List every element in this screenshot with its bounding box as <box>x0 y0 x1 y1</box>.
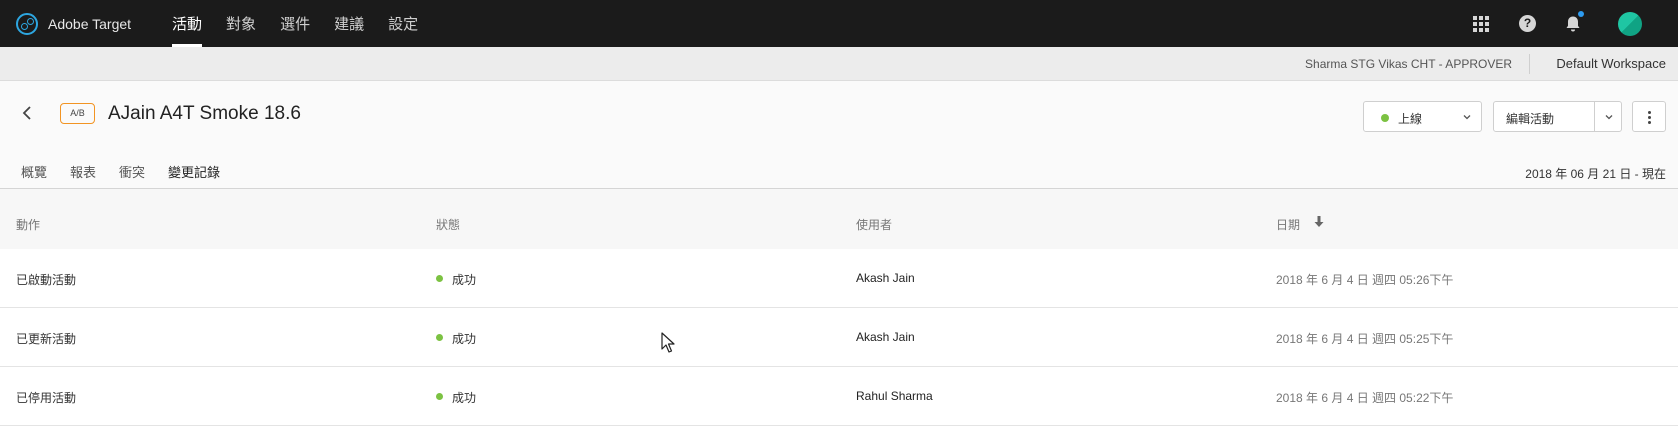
user-role: Sharma STG Vikas CHT - APPROVER <box>1305 57 1512 71</box>
help-icon[interactable]: ? <box>1519 15 1536 32</box>
apps-grid-icon[interactable] <box>1473 15 1489 32</box>
nav-item-setup[interactable]: 設定 <box>379 0 427 47</box>
nav-utilities: ? <box>1473 0 1642 47</box>
edit-activity-split-button: 編輯活動 <box>1493 101 1622 132</box>
column-header-status: 狀態 <box>436 218 461 232</box>
edit-activity-button[interactable]: 編輯活動 <box>1506 110 1554 127</box>
nav-item-activities[interactable]: 活動 <box>163 0 211 47</box>
tab-conflicts[interactable]: 衝突 <box>112 158 152 189</box>
live-status-dot <box>1381 114 1389 122</box>
top-nav: Adobe Target 活動 對象 選件 建議 設定 ? <box>0 0 1678 47</box>
row-date: 2018 年 6 月 4 日 週四 05:22下午 <box>1276 391 1454 405</box>
activity-tabs: 概覽 報表 衝突 變更記錄 <box>14 158 236 194</box>
nav-item-audiences[interactable]: 對象 <box>217 0 265 47</box>
table-header: 動作 狀態 使用者 日期 <box>0 189 1678 249</box>
row-user: Rahul Sharma <box>856 389 933 403</box>
table-row[interactable]: 已停用活動 成功 Rahul Sharma 2018 年 6 月 4 日 週四 … <box>0 367 1678 426</box>
row-status: 成功 <box>452 273 477 287</box>
activity-type-badge: A/B <box>60 103 95 124</box>
column-header-user: 使用者 <box>856 218 893 232</box>
row-user: Akash Jain <box>856 330 915 344</box>
activity-title: AJain A4T Smoke 18.6 <box>108 103 301 124</box>
row-action: 已更新活動 <box>16 332 77 346</box>
row-status: 成功 <box>452 332 477 346</box>
success-status-dot <box>436 334 443 341</box>
tab-change-log[interactable]: 變更記錄 <box>161 158 227 194</box>
row-date: 2018 年 6 月 4 日 週四 05:25下午 <box>1276 332 1454 346</box>
success-status-dot <box>436 275 443 282</box>
row-status: 成功 <box>452 391 477 405</box>
edit-options-dropdown[interactable] <box>1595 102 1622 131</box>
avatar[interactable] <box>1618 11 1642 36</box>
tab-overview[interactable]: 概覽 <box>14 158 54 189</box>
column-header-action: 動作 <box>16 218 41 232</box>
row-action: 已啟動活動 <box>16 273 77 287</box>
row-action: 已停用活動 <box>16 391 77 405</box>
row-user: Akash Jain <box>856 271 915 285</box>
notification-badge <box>1578 10 1584 17</box>
chevron-down-icon <box>1605 115 1613 120</box>
activity-status-dropdown[interactable]: 上線 <box>1363 101 1482 132</box>
mouse-cursor-icon <box>661 332 675 353</box>
back-icon[interactable] <box>20 104 34 122</box>
chevron-down-icon <box>1463 115 1471 120</box>
table-row[interactable]: 已啟動活動 成功 Akash Jain 2018 年 6 月 4 日 週四 05… <box>0 249 1678 308</box>
notifications-icon[interactable] <box>1564 10 1584 33</box>
table-row[interactable]: 已更新活動 成功 Akash Jain 2018 年 6 月 4 日 週四 05… <box>0 308 1678 367</box>
divider <box>1529 54 1530 74</box>
app-name: Adobe Target <box>48 15 132 32</box>
adobe-target-logo-icon <box>16 12 38 35</box>
more-actions-button[interactable] <box>1632 101 1666 132</box>
row-date: 2018 年 6 月 4 日 週四 05:26下午 <box>1276 273 1454 287</box>
app-logo[interactable]: Adobe Target <box>16 12 132 35</box>
date-range-selector[interactable]: 2018 年 06 月 21 日 - 現在 <box>1525 165 1666 182</box>
sort-descending-icon[interactable] <box>1314 216 1324 228</box>
nav-item-offers[interactable]: 選件 <box>271 0 319 47</box>
status-label: 上線 <box>1398 112 1423 126</box>
column-header-date[interactable]: 日期 <box>1276 216 1300 233</box>
nav-item-recommendations[interactable]: 建議 <box>325 0 373 47</box>
workspace-bar: Sharma STG Vikas CHT - APPROVER Default … <box>0 47 1678 81</box>
tab-reports[interactable]: 報表 <box>63 158 103 189</box>
workspace-selector[interactable]: Default Workspace <box>1556 56 1666 71</box>
success-status-dot <box>436 393 443 400</box>
main-nav: 活動 對象 選件 建議 設定 <box>163 0 433 47</box>
